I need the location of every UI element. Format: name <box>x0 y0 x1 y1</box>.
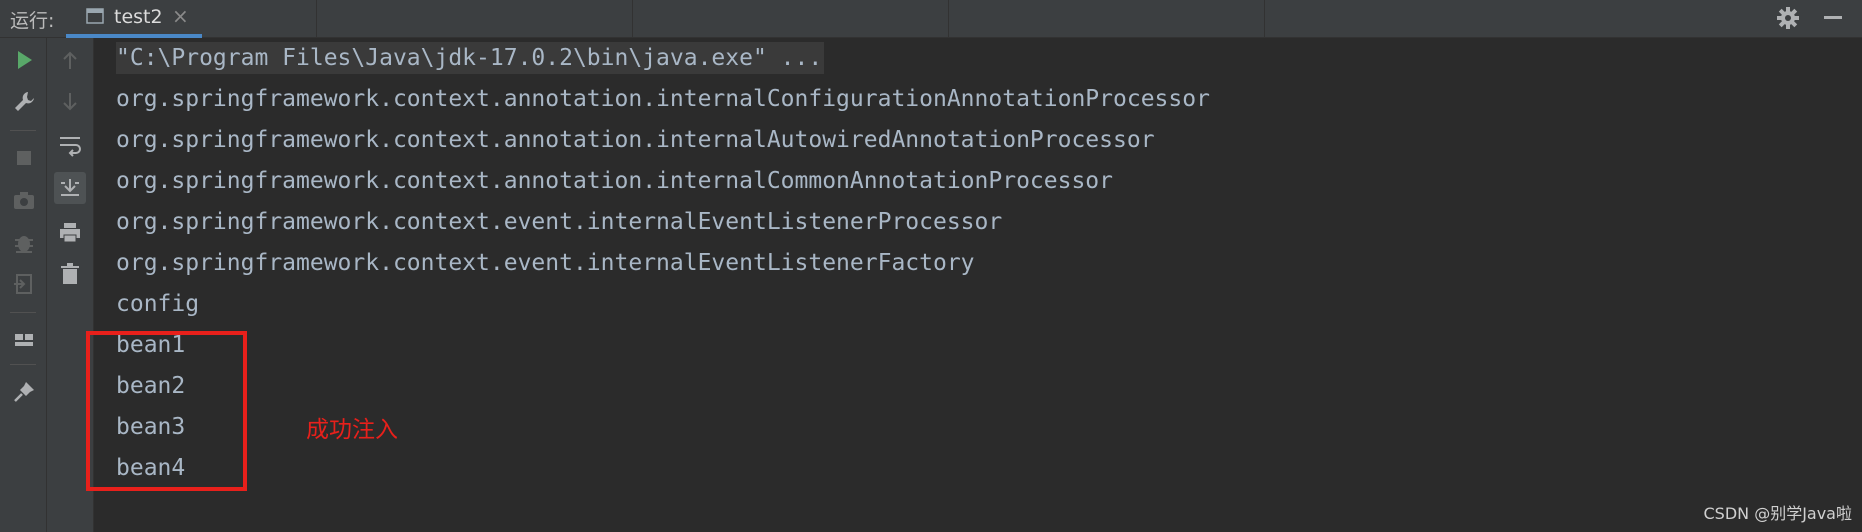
gear-icon[interactable] <box>1776 6 1800 30</box>
console-line: config <box>116 291 200 317</box>
header-divider <box>948 0 949 37</box>
console-line: org.springframework.context.annotation.i… <box>116 168 1113 194</box>
soft-wrap-icon[interactable] <box>54 128 86 160</box>
minimize-icon[interactable] <box>1824 16 1842 19</box>
trash-icon[interactable] <box>54 258 86 290</box>
exit-icon[interactable] <box>8 268 40 300</box>
up-arrow-icon[interactable] <box>54 44 86 76</box>
toolbar-separator <box>10 312 36 313</box>
run-window-label: 运行: <box>10 10 55 32</box>
console-output[interactable]: "C:\Program Files\Java\jdk-17.0.2\bin\ja… <box>94 38 1862 532</box>
header-divider <box>1264 0 1265 37</box>
annotation-label: 成功注入 <box>306 417 398 443</box>
wrench-icon[interactable] <box>8 86 40 118</box>
close-icon[interactable]: × <box>172 4 189 28</box>
header-divider <box>316 0 317 37</box>
console-line: org.springframework.context.annotation.i… <box>116 86 1210 112</box>
left-toolbar <box>0 38 47 532</box>
pin-icon[interactable] <box>8 376 40 408</box>
tab-test2[interactable]: test2 × <box>66 0 202 38</box>
camera-icon[interactable] <box>8 184 40 216</box>
tab-label: test2 <box>114 6 163 28</box>
debug-icon[interactable] <box>8 226 40 258</box>
console-line: org.springframework.context.event.intern… <box>116 209 1003 235</box>
scroll-to-end-icon[interactable] <box>54 172 86 204</box>
console-line: "C:\Program Files\Java\jdk-17.0.2\bin\ja… <box>116 42 825 74</box>
watermark: CSDN @别学Java啦 <box>1703 504 1852 523</box>
print-icon[interactable] <box>54 216 86 248</box>
stop-icon[interactable] <box>8 142 40 174</box>
header-divider <box>632 0 633 37</box>
console-line: org.springframework.context.annotation.i… <box>116 127 1155 153</box>
console-tab-icon <box>86 8 104 24</box>
down-arrow-icon[interactable] <box>54 86 86 118</box>
console-line: org.springframework.context.event.intern… <box>116 250 975 276</box>
toolbar-separator <box>10 364 36 365</box>
toolbar-separator <box>10 130 36 131</box>
run-icon[interactable] <box>8 44 40 76</box>
layout-icon[interactable] <box>8 324 40 356</box>
tool-window-header: 运行: test2 × <box>0 0 1862 38</box>
highlight-box <box>86 331 247 491</box>
